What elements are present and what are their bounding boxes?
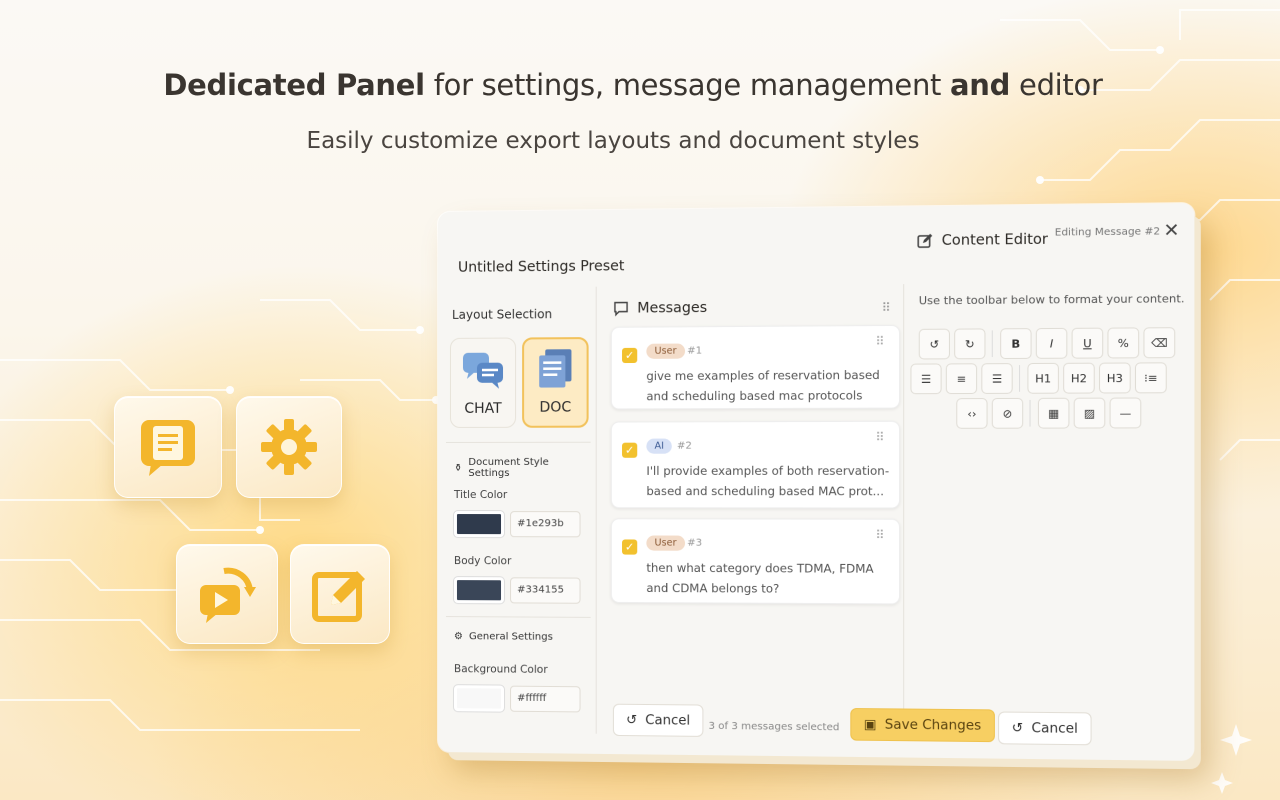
panel-footer: ↺ Cancel 3 of 3 messages selected ▣ Save C… bbox=[601, 691, 1195, 760]
cancel-button-left[interactable]: ↺ Cancel bbox=[612, 703, 704, 737]
general-settings: ⚙ General Settings Background Color #fff… bbox=[445, 616, 591, 734]
page-headline: Dedicated Panel for settings, message ma… bbox=[163, 68, 1103, 102]
message-checkbox[interactable]: ✓ bbox=[622, 347, 638, 364]
message-number: #1 bbox=[687, 345, 703, 357]
drag-handle-icon[interactable]: ⠿ bbox=[875, 528, 884, 542]
video-tile bbox=[176, 544, 278, 644]
palette-icon: ⚱ bbox=[453, 462, 463, 474]
title-color-input[interactable]: #1e293b bbox=[510, 511, 581, 538]
page-subheadline: Easily customize export layouts and docu… bbox=[306, 128, 920, 154]
message-checkbox[interactable]: ✓ bbox=[622, 442, 638, 458]
messages-column: Messages ⠿ ✓ User #1 ⠿ give me examples … bbox=[600, 284, 905, 738]
italic-button[interactable]: I bbox=[1035, 327, 1068, 359]
selected-count: 3 of 3 messages selected bbox=[708, 720, 840, 734]
content-editor-title: Content Editor bbox=[917, 231, 1048, 249]
list-icon[interactable]: ⁝≡ bbox=[1134, 362, 1167, 394]
window-header: Untitled Settings Preset Content Editor … bbox=[438, 203, 1194, 288]
message-text: I'll provide examples of both reservatio… bbox=[646, 463, 890, 499]
editing-message-label: Editing Message #2 bbox=[1054, 226, 1161, 239]
message-number: #3 bbox=[687, 537, 703, 549]
body-color-input[interactable]: #334155 bbox=[510, 577, 581, 604]
video-play-icon bbox=[200, 567, 256, 623]
preset-title[interactable]: Untitled Settings Preset bbox=[458, 258, 624, 276]
gear-icon bbox=[261, 419, 317, 475]
redo-icon[interactable]: ↻ bbox=[954, 328, 986, 360]
edit-icon bbox=[917, 233, 934, 250]
clear-format-icon[interactable]: ⌫ bbox=[1143, 327, 1176, 359]
general-settings-title: ⚙ General Settings bbox=[453, 631, 553, 643]
align-right-icon[interactable]: ☰ bbox=[981, 363, 1013, 394]
undo-icon: ↺ bbox=[1011, 720, 1024, 736]
editor-hint: Use the toolbar below to format your con… bbox=[918, 291, 1185, 308]
document-style-settings: ⚱ Document Style Settings Title Color #1… bbox=[445, 441, 591, 613]
background-color-swatch[interactable] bbox=[453, 685, 505, 712]
document-icon bbox=[539, 349, 572, 388]
content-editor-column: Use the toolbar below to format your con… bbox=[908, 282, 1194, 741]
role-badge: User bbox=[646, 343, 685, 359]
link-icon[interactable]: ⊘ bbox=[991, 397, 1024, 429]
horizontal-rule-icon[interactable]: — bbox=[1109, 397, 1142, 429]
settings-panel-window: Untitled Settings Preset Content Editor … bbox=[438, 203, 1195, 761]
layout-selection-label: Layout Selection bbox=[451, 307, 553, 322]
message-number: #2 bbox=[676, 440, 692, 452]
title-color-swatch[interactable] bbox=[453, 511, 505, 538]
messages-title: Messages bbox=[613, 300, 707, 317]
bold-button[interactable]: B bbox=[1000, 328, 1032, 360]
message-text: then what category does TDMA, FDMA and C… bbox=[646, 560, 874, 596]
message-card[interactable]: ✓ User #1 ⠿ give me examples of reservat… bbox=[610, 324, 901, 410]
table-icon[interactable]: ▦ bbox=[1037, 397, 1070, 429]
edit-pencil-icon bbox=[312, 571, 365, 622]
strikethrough-button[interactable]: % bbox=[1107, 327, 1140, 359]
background-color-label: Background Color bbox=[453, 663, 548, 676]
role-badge: User bbox=[646, 535, 685, 551]
message-checkbox[interactable]: ✓ bbox=[622, 539, 638, 555]
message-card[interactable]: ✓ User #3 ⠿ then what category does TDMA… bbox=[610, 518, 901, 605]
layout-doc-button[interactable]: DOC bbox=[522, 337, 589, 428]
undo-icon[interactable]: ↺ bbox=[918, 328, 950, 360]
code-icon[interactable]: ‹› bbox=[956, 398, 988, 429]
message-card[interactable]: ✓ AI #2 ⠿ I'll provide examples of both … bbox=[610, 420, 901, 509]
body-color-swatch[interactable] bbox=[453, 577, 505, 604]
edit-tile bbox=[290, 544, 390, 644]
document-chat-tile bbox=[114, 396, 222, 498]
document-style-title: ⚱ Document Style Settings bbox=[453, 456, 549, 479]
heading-3-button[interactable]: H3 bbox=[1098, 362, 1131, 394]
message-text: give me examples of reservation based an… bbox=[646, 367, 880, 404]
align-left-icon[interactable]: ☰ bbox=[910, 363, 942, 395]
drag-handle-icon[interactable]: ⠿ bbox=[875, 334, 884, 348]
heading-2-button[interactable]: H2 bbox=[1063, 362, 1095, 394]
drag-handle-icon[interactable]: ⠿ bbox=[882, 300, 889, 314]
settings-tile bbox=[236, 396, 342, 498]
save-icon: ▣ bbox=[863, 716, 877, 733]
heading-1-button[interactable]: H1 bbox=[1027, 362, 1059, 394]
save-changes-button[interactable]: ▣ Save Changes bbox=[850, 708, 995, 743]
layout-settings-column: Layout Selection CHAT DOC ⚱ Document Sty… bbox=[445, 286, 597, 734]
title-color-label: Title Color bbox=[453, 489, 508, 502]
background-color-input[interactable]: #ffffff bbox=[510, 685, 581, 713]
role-badge: AI bbox=[646, 438, 673, 454]
underline-button[interactable]: U bbox=[1071, 327, 1104, 359]
cancel-button-right[interactable]: ↺ Cancel bbox=[998, 711, 1092, 746]
message-icon bbox=[613, 300, 629, 316]
align-center-icon[interactable]: ≡ bbox=[945, 363, 978, 395]
undo-icon: ↺ bbox=[626, 712, 638, 728]
drag-handle-icon[interactable]: ⠿ bbox=[875, 430, 884, 444]
document-chat-icon bbox=[141, 420, 195, 476]
close-icon[interactable]: ✕ bbox=[1163, 220, 1179, 242]
image-icon[interactable]: ▨ bbox=[1073, 397, 1106, 429]
chat-bubbles-icon bbox=[462, 352, 504, 389]
layout-chat-button[interactable]: CHAT bbox=[449, 337, 517, 428]
body-color-label: Body Color bbox=[453, 555, 512, 568]
gear-icon: ⚙ bbox=[453, 631, 463, 643]
